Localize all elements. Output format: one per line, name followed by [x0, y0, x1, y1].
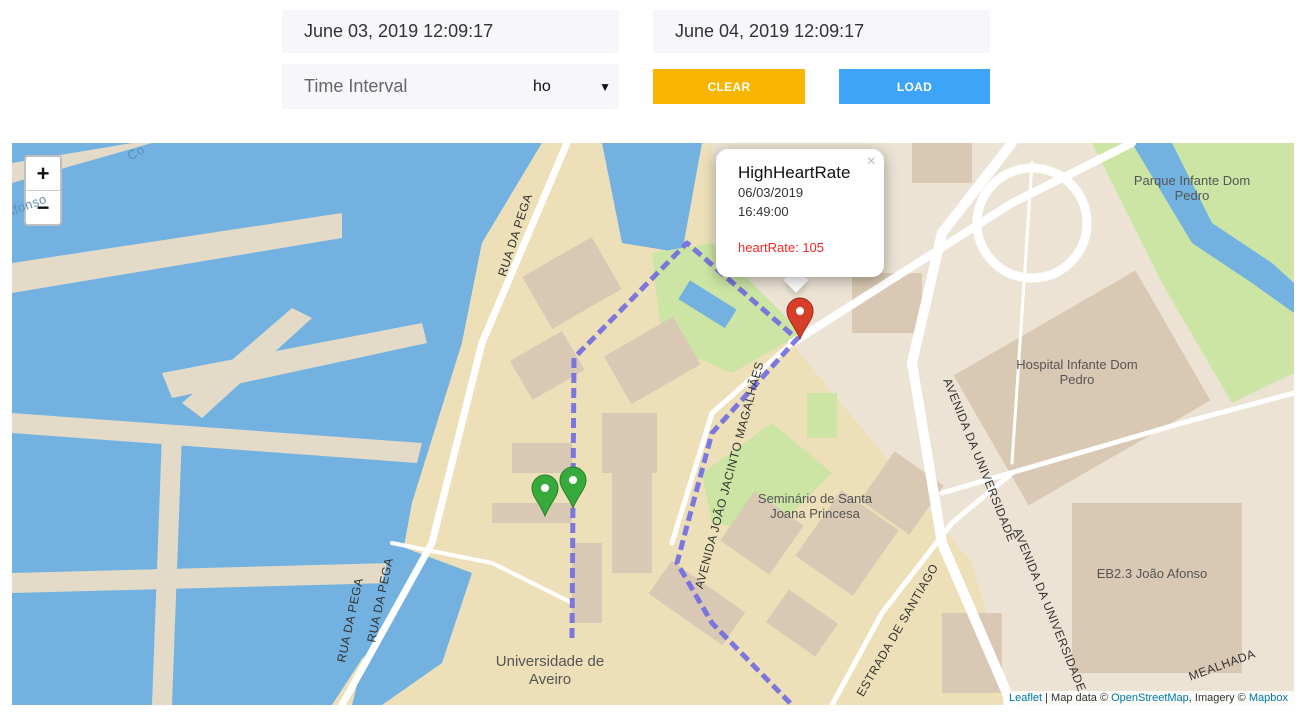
leaflet-link[interactable]: Leaflet: [1009, 692, 1042, 704]
universidade-label: Universidade de Aveiro: [495, 653, 605, 688]
popup-heart-rate: heartRate: 105: [738, 240, 825, 255]
start-date-value: June 03, 2019 12:09:17: [304, 21, 494, 41]
hospital-label: Hospital Infante Dom Pedro: [1016, 357, 1138, 387]
popup-date: 06/03/2019: [738, 185, 804, 200]
close-icon[interactable]: ×: [867, 153, 876, 171]
school-label: EB2.3 João Afonso: [1096, 566, 1208, 581]
mapbox-link[interactable]: Mapbox: [1249, 692, 1288, 704]
park-label: Parque Infante Dom Pedro: [1133, 173, 1251, 203]
building: [612, 433, 652, 573]
location-marker-icon[interactable]: [530, 473, 560, 517]
time-interval-field: Time Interval ho ▼: [282, 64, 619, 109]
building: [1072, 503, 1242, 673]
building: [912, 143, 972, 183]
building: [572, 543, 602, 623]
location-marker-icon[interactable]: [558, 465, 588, 509]
time-interval-select[interactable]: ho: [533, 64, 551, 109]
dropdown-arrow-icon[interactable]: ▼: [599, 64, 611, 109]
seminario-label: Seminário de Santa Joana Princesa: [757, 491, 873, 521]
park-area: [807, 393, 837, 438]
map-attribution: Leaflet | Map data © OpenStreetMap, Imag…: [1003, 691, 1294, 705]
alert-marker-icon[interactable]: [785, 296, 815, 340]
time-interval-label: Time Interval: [304, 76, 408, 96]
attribution-text: , Imagery ©: [1188, 692, 1249, 704]
load-button[interactable]: LOAD: [839, 69, 990, 104]
map-tiles: [12, 143, 1294, 705]
zoom-in-button[interactable]: +: [26, 157, 60, 191]
clear-button[interactable]: CLEAR: [653, 69, 805, 104]
map[interactable]: + − Parque Infante Dom Pedro Hospital In…: [12, 143, 1294, 705]
attribution-text: | Map data ©: [1042, 692, 1112, 704]
marker-popup: × HighHeartRate 06/03/2019 16:49:00 hear…: [716, 149, 884, 277]
end-date-field[interactable]: June 04, 2019 12:09:17: [653, 10, 990, 53]
osm-link[interactable]: OpenStreetMap: [1111, 692, 1189, 704]
start-date-field[interactable]: June 03, 2019 12:09:17: [282, 10, 619, 53]
building: [953, 270, 1211, 506]
popup-title: HighHeartRate: [738, 163, 851, 182]
popup-time: 16:49:00: [738, 204, 789, 219]
end-date-value: June 04, 2019 12:09:17: [675, 21, 865, 41]
